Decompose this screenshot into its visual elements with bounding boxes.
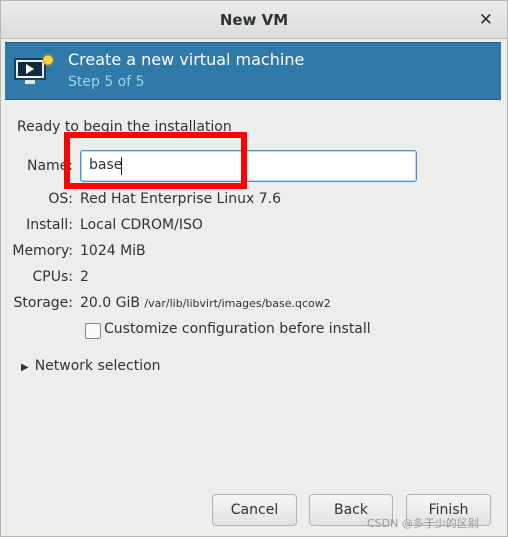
- storage-path: /var/lib/libvirt/images/base.qcow2: [144, 297, 331, 310]
- banner-title: Create a new virtual machine: [68, 50, 305, 69]
- memory-value: 1024 MiB: [80, 243, 146, 259]
- cancel-button[interactable]: Cancel: [212, 494, 297, 526]
- customize-label[interactable]: Customize configuration before install: [104, 321, 371, 337]
- vm-monitor-icon: [14, 54, 54, 84]
- watermark: CSDN @多于少的区别: [367, 517, 479, 530]
- window-title: New VM: [219, 11, 289, 29]
- close-icon[interactable]: ✕: [479, 10, 493, 30]
- title-bar[interactable]: New VM ✕: [1, 1, 507, 39]
- annotation-highlight-box: [64, 132, 247, 189]
- network-selection-expander[interactable]: ▶ Network selection: [21, 358, 161, 374]
- cancel-button-label: Cancel: [230, 502, 279, 518]
- wizard-banner: Create a new virtual machine Step 5 of 5: [5, 42, 501, 100]
- name-label: Name:: [26, 158, 73, 174]
- storage-size: 20.0 GiB: [80, 295, 140, 311]
- back-button-label: Back: [334, 502, 368, 518]
- install-value: Local CDROM/ISO: [80, 217, 203, 233]
- expander-arrow-icon: ▶: [21, 362, 29, 373]
- os-label: OS:: [48, 191, 73, 207]
- customize-checkbox[interactable]: [85, 323, 101, 339]
- install-label: Install:: [26, 217, 73, 233]
- network-selection-label: Network selection: [34, 358, 161, 374]
- os-value: Red Hat Enterprise Linux 7.6: [80, 191, 281, 207]
- new-vm-window: New VM ✕ Create a new virtual machine St…: [0, 0, 508, 537]
- banner-step: Step 5 of 5: [68, 74, 145, 90]
- cpus-value: 2: [80, 269, 89, 285]
- cpus-label: CPUs:: [32, 269, 73, 285]
- storage-value: 20.0 GiB /var/lib/libvirt/images/base.qc…: [80, 295, 331, 311]
- memory-label: Memory:: [12, 243, 73, 259]
- storage-label: Storage:: [13, 295, 74, 311]
